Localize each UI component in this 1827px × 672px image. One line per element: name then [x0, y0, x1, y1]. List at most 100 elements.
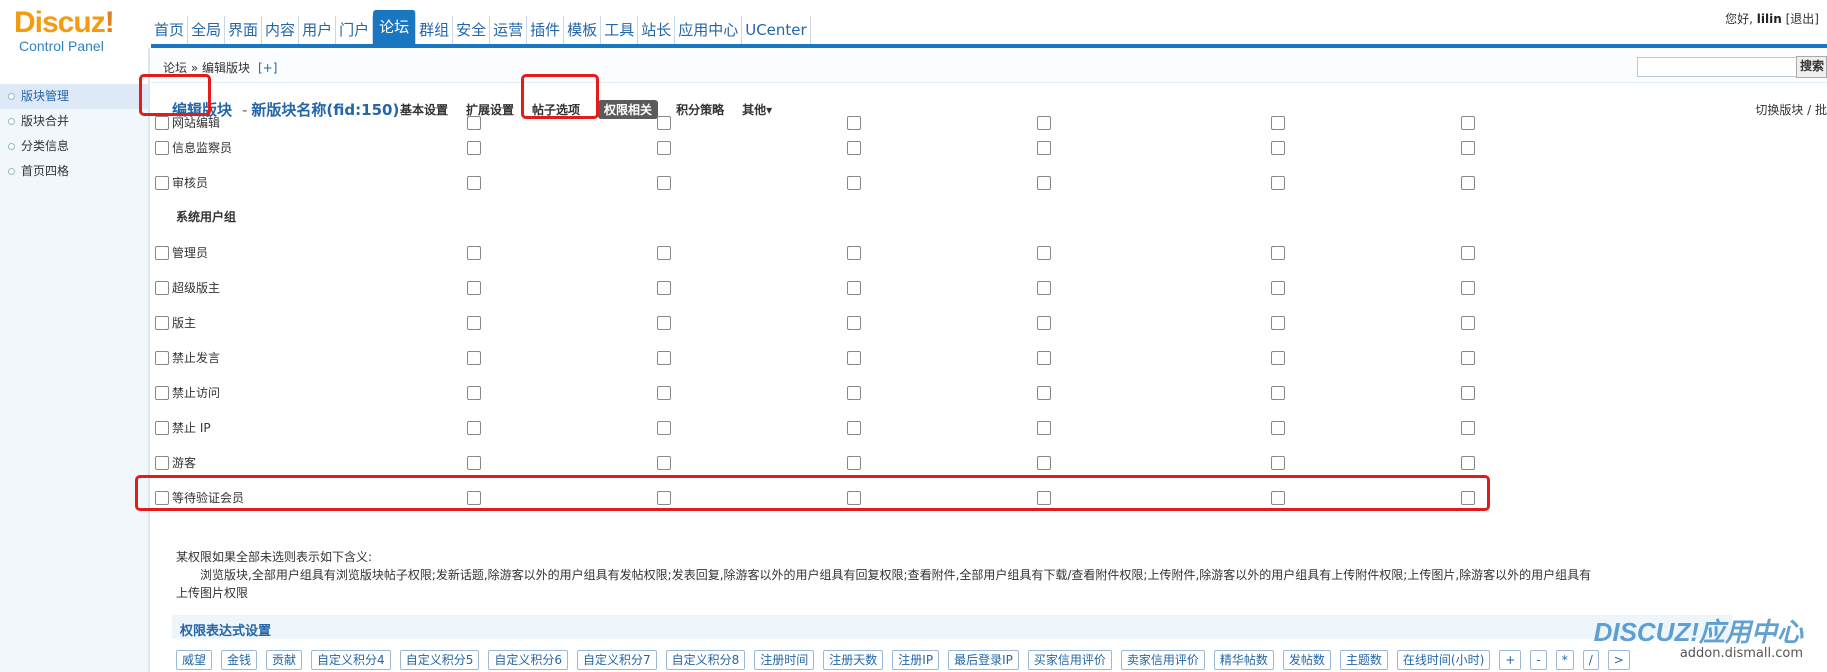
permission-checkbox[interactable]	[657, 351, 671, 365]
top-nav-item[interactable]: 内容	[262, 16, 300, 44]
permission-checkbox[interactable]	[1271, 386, 1285, 400]
permission-checkbox[interactable]	[1037, 421, 1051, 435]
permission-checkbox[interactable]	[847, 246, 861, 260]
permission-checkbox[interactable]	[1037, 316, 1051, 330]
permission-checkbox[interactable]	[657, 281, 671, 295]
permission-checkbox[interactable]	[847, 281, 861, 295]
permission-checkbox[interactable]	[847, 316, 861, 330]
permission-checkbox[interactable]	[1037, 246, 1051, 260]
sidebar-item[interactable]: 分类信息	[0, 134, 148, 159]
group-select-checkbox[interactable]	[155, 141, 169, 155]
logout-link[interactable]: [退出]	[1786, 12, 1819, 26]
search-input[interactable]	[1637, 57, 1797, 77]
expression-button[interactable]: 威望	[176, 650, 213, 670]
permission-checkbox[interactable]	[467, 281, 481, 295]
top-nav-item[interactable]: 站长	[638, 16, 676, 44]
permission-checkbox[interactable]	[1037, 491, 1051, 505]
switch-forum-link[interactable]: 切换版块 / 批	[1755, 101, 1827, 118]
expression-button[interactable]: +	[1499, 650, 1522, 670]
permission-checkbox[interactable]	[1037, 351, 1051, 365]
search-button[interactable]: 搜索	[1796, 56, 1827, 78]
settings-tab[interactable]: 基本设置	[400, 101, 448, 119]
expression-button[interactable]: 自定义积分5	[399, 650, 480, 670]
expression-button[interactable]: 金钱	[221, 650, 258, 670]
permission-checkbox[interactable]	[467, 351, 481, 365]
top-nav-item[interactable]: 全局	[188, 16, 226, 44]
settings-tab[interactable]: 权限相关	[598, 100, 659, 119]
expression-button[interactable]: 主题数	[1339, 650, 1388, 670]
group-select-checkbox[interactable]	[155, 176, 169, 190]
expression-button[interactable]: 精华帖数	[1213, 650, 1274, 670]
permission-checkbox[interactable]	[1461, 421, 1475, 435]
permission-checkbox[interactable]	[1461, 281, 1475, 295]
top-nav-item[interactable]: UCenter	[742, 16, 811, 44]
top-nav-item[interactable]: 插件	[527, 16, 565, 44]
permission-checkbox[interactable]	[1271, 116, 1285, 130]
permission-checkbox[interactable]	[467, 386, 481, 400]
permission-checkbox[interactable]	[1461, 386, 1475, 400]
top-nav-item[interactable]: 首页	[151, 16, 189, 44]
expression-button[interactable]: 卖家信用评价	[1120, 650, 1205, 670]
permission-checkbox[interactable]	[1461, 316, 1475, 330]
permission-checkbox[interactable]	[1271, 456, 1285, 470]
permission-checkbox[interactable]	[657, 421, 671, 435]
expression-button[interactable]: 自定义积分8	[665, 650, 746, 670]
permission-checkbox[interactable]	[847, 386, 861, 400]
permission-checkbox[interactable]	[657, 141, 671, 155]
permission-checkbox[interactable]	[657, 116, 671, 130]
permission-checkbox[interactable]	[467, 116, 481, 130]
permission-checkbox[interactable]	[467, 491, 481, 505]
permission-checkbox[interactable]	[1271, 351, 1285, 365]
permission-checkbox[interactable]	[1037, 176, 1051, 190]
permission-checkbox[interactable]	[1461, 351, 1475, 365]
group-select-checkbox[interactable]	[155, 491, 169, 505]
permission-checkbox[interactable]	[657, 386, 671, 400]
permission-checkbox[interactable]	[1037, 116, 1051, 130]
group-select-checkbox[interactable]	[155, 421, 169, 435]
expression-button[interactable]: 最后登录IP	[948, 650, 1019, 670]
permission-checkbox[interactable]	[847, 176, 861, 190]
permission-checkbox[interactable]	[1271, 281, 1285, 295]
permission-checkbox[interactable]	[1461, 176, 1475, 190]
permission-checkbox[interactable]	[467, 421, 481, 435]
permission-checkbox[interactable]	[847, 351, 861, 365]
expression-button[interactable]: 买家信用评价	[1027, 650, 1112, 670]
permission-checkbox[interactable]	[1271, 421, 1285, 435]
sidebar-item[interactable]: 版块管理	[0, 84, 148, 109]
permission-checkbox[interactable]	[1461, 491, 1475, 505]
permission-checkbox[interactable]	[1461, 246, 1475, 260]
breadcrumb-add-link[interactable]: [+]	[258, 61, 277, 75]
sidebar-item[interactable]: 版块合并	[0, 109, 148, 134]
top-nav-item[interactable]: 应用中心	[675, 16, 743, 44]
permission-checkbox[interactable]	[1271, 491, 1285, 505]
permission-checkbox[interactable]	[847, 456, 861, 470]
permission-checkbox[interactable]	[467, 456, 481, 470]
permission-checkbox[interactable]	[847, 421, 861, 435]
permission-checkbox[interactable]	[1271, 316, 1285, 330]
top-nav-item[interactable]: 门户	[336, 16, 374, 44]
expression-button[interactable]: 自定义积分7	[576, 650, 657, 670]
expression-button[interactable]: 注册时间	[754, 650, 815, 670]
expression-button[interactable]: 发帖数	[1282, 650, 1331, 670]
group-select-checkbox[interactable]	[155, 116, 169, 130]
permission-checkbox[interactable]	[1037, 281, 1051, 295]
permission-checkbox[interactable]	[1037, 386, 1051, 400]
top-nav-item[interactable]: 运营	[490, 16, 528, 44]
permission-checkbox[interactable]	[657, 176, 671, 190]
permission-checkbox[interactable]	[467, 141, 481, 155]
permission-checkbox[interactable]	[657, 491, 671, 505]
top-nav-item[interactable]: 界面	[225, 16, 263, 44]
permission-checkbox[interactable]	[467, 316, 481, 330]
permission-checkbox[interactable]	[657, 456, 671, 470]
expression-button[interactable]: 自定义积分6	[488, 650, 568, 670]
permission-checkbox[interactable]	[1037, 141, 1051, 155]
permission-checkbox[interactable]	[467, 176, 481, 190]
settings-tab[interactable]: 其他▾	[742, 101, 772, 119]
group-select-checkbox[interactable]	[155, 351, 169, 365]
top-nav-item[interactable]: 论坛	[373, 10, 417, 44]
top-nav-item[interactable]: 工具	[601, 16, 639, 44]
top-nav-item[interactable]: 安全	[453, 16, 491, 44]
permission-checkbox[interactable]	[1461, 116, 1475, 130]
expression-button[interactable]: 贡献	[266, 650, 303, 670]
expression-button[interactable]: -	[1530, 650, 1547, 670]
